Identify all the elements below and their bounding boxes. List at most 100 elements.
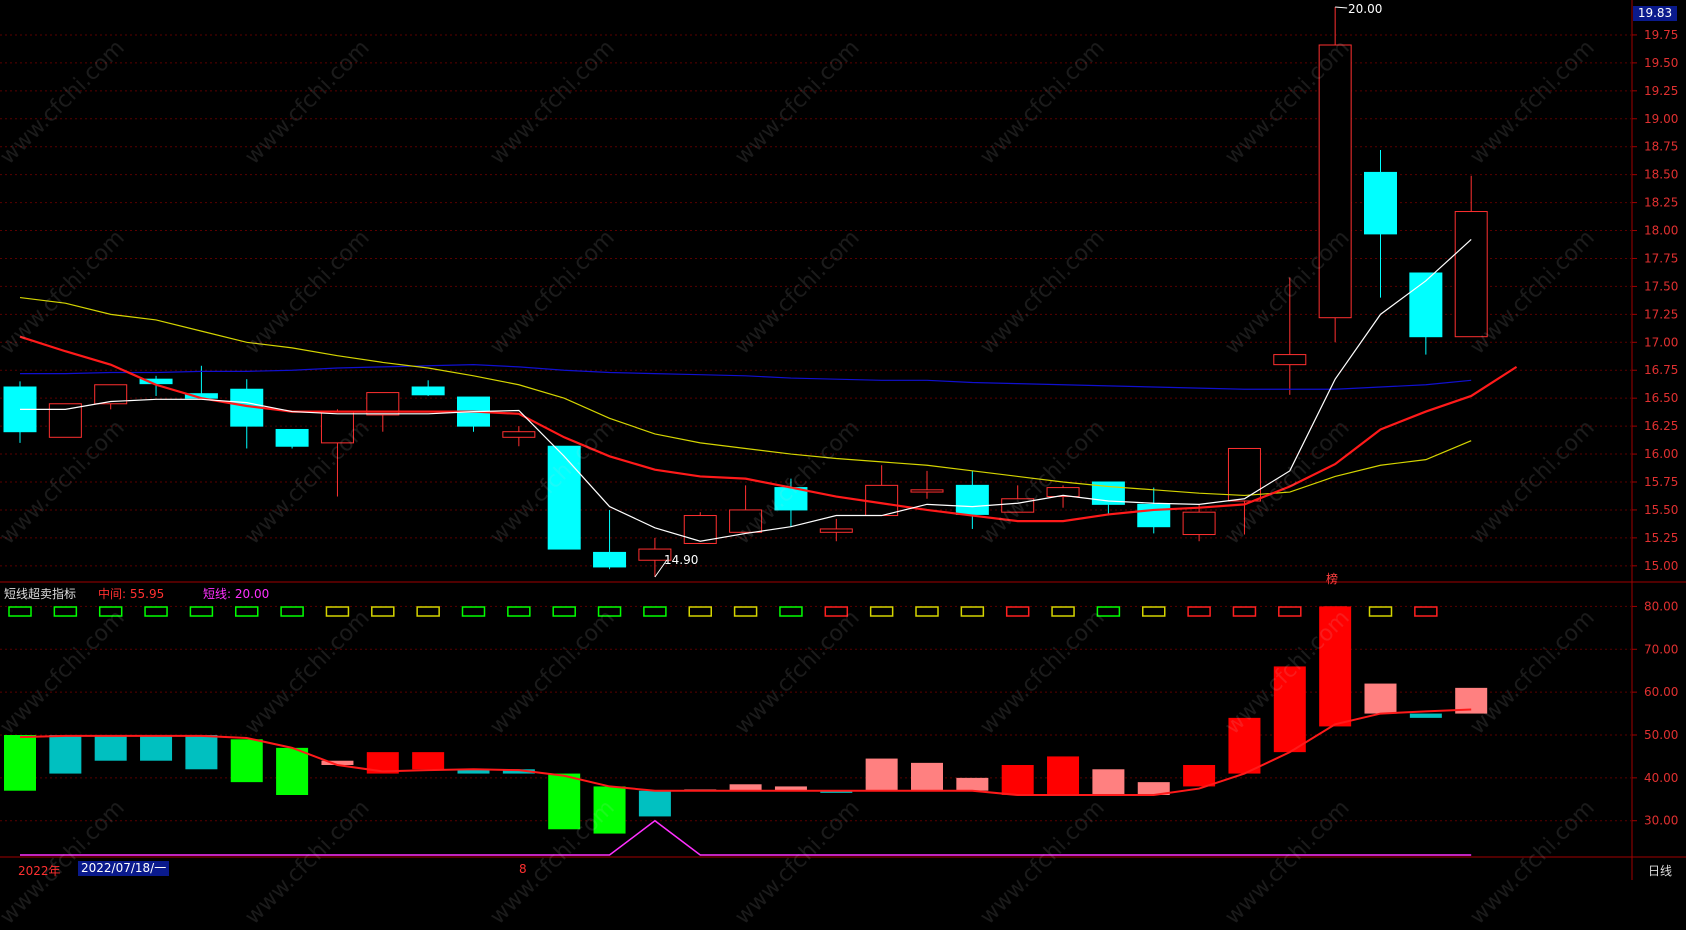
indicator-short-value: 短线: 20.00 <box>203 587 270 601</box>
signal-box <box>1368 606 1393 617</box>
indicator-bar <box>1273 666 1306 753</box>
price-tick-label: 17.75 <box>1644 251 1678 265</box>
indicator-tick-label: 40.00 <box>1644 771 1678 785</box>
signal-box <box>779 606 803 617</box>
indicator-mid-value: 中间: 55.95 <box>98 587 165 601</box>
price-tick-label: 17.50 <box>1644 279 1678 293</box>
price-tick-label: 18.00 <box>1644 224 1678 238</box>
price-tick-label: 19.50 <box>1644 56 1678 70</box>
signal-box <box>1096 606 1121 617</box>
signal-box <box>280 606 304 617</box>
high-price-annotation: 20.00 <box>1348 2 1383 16</box>
signal-box <box>552 606 576 617</box>
indicator-bar <box>185 735 218 770</box>
signal-box <box>144 606 168 617</box>
price-tick-label: 15.00 <box>1644 559 1678 573</box>
indicator-bar <box>593 786 626 834</box>
signal-box <box>507 606 531 617</box>
signal-box <box>8 606 32 617</box>
indicator-bar <box>911 762 943 791</box>
indicator-bar <box>865 758 898 791</box>
price-tick-label: 16.25 <box>1644 419 1678 433</box>
indicator-bar <box>140 735 173 761</box>
candle-down <box>593 551 627 568</box>
indicator-tick-label: 70.00 <box>1644 642 1678 656</box>
candle-down <box>1364 171 1397 235</box>
signal-box <box>461 606 486 617</box>
candle-up <box>729 509 763 533</box>
signal-box <box>189 606 214 617</box>
indicator-tick-label: 30.00 <box>1644 814 1678 828</box>
price-tick-label: 15.25 <box>1644 531 1678 545</box>
signal-box <box>960 606 985 617</box>
signal-box <box>1051 606 1075 617</box>
indicator-short-line <box>20 819 1472 856</box>
signal-box <box>325 606 350 617</box>
indicator-bar <box>1183 765 1216 787</box>
signal-box <box>869 606 894 617</box>
signal-box <box>643 606 667 617</box>
signal-box <box>1187 606 1211 617</box>
candle-down <box>275 428 309 447</box>
candle-up <box>1273 354 1307 366</box>
price-tick-label: 15.75 <box>1644 475 1678 489</box>
indicator-bar <box>638 790 671 817</box>
low-price-annotation: 14.90 <box>664 553 699 567</box>
signal-box <box>235 606 259 617</box>
indicator-bar <box>94 735 127 761</box>
candle-up <box>320 411 354 444</box>
indicator-tick-label: 50.00 <box>1644 728 1678 742</box>
candle-down <box>774 487 808 511</box>
signal-box <box>597 606 622 617</box>
indicator-bar <box>1364 683 1397 714</box>
dragon-tiger-flag[interactable]: 榜 <box>1326 570 1338 587</box>
candle-down <box>1409 272 1443 338</box>
cursor-date-label: 2022/07/18/一 <box>78 861 170 876</box>
price-tick-label: 17.00 <box>1644 335 1678 349</box>
signal-box <box>416 606 440 617</box>
indicator-title[interactable]: 短线超卖指标 <box>4 585 76 602</box>
candle-up <box>910 489 944 493</box>
indicator-tick-label: 80.00 <box>1644 599 1678 613</box>
candle-up <box>1454 211 1488 338</box>
signal-box <box>1278 606 1302 617</box>
price-tick-label: 19.25 <box>1644 84 1678 98</box>
indicator-bar <box>230 739 263 783</box>
period-label[interactable]: 日线 <box>1648 862 1672 879</box>
signal-box <box>1232 606 1257 617</box>
indicator-bar <box>4 735 36 791</box>
indicator-bar <box>956 777 989 791</box>
signal-box <box>53 606 78 617</box>
indicator-bar <box>1092 769 1125 795</box>
indicator-bar <box>49 735 82 774</box>
candle-up <box>502 431 536 438</box>
price-tick-label: 15.50 <box>1644 503 1678 517</box>
chart-canvas[interactable]: 15.00 15.25 15.50 15.75 16.00 16.25 16.50 16.75… <box>0 0 1686 880</box>
signal-box <box>1142 606 1166 617</box>
candle-up <box>1227 447 1261 502</box>
price-tick-label: 17.25 <box>1644 307 1678 321</box>
indicator-bar <box>1319 606 1352 727</box>
candle-up <box>865 484 899 517</box>
signal-box <box>371 606 395 617</box>
signal-box <box>1005 606 1030 617</box>
current-price-badge: 19.83 <box>1633 6 1677 21</box>
indicator-bar <box>1047 756 1080 795</box>
price-tick-label: 19.75 <box>1644 28 1678 42</box>
signal-box <box>98 606 123 617</box>
signal-box <box>733 606 758 617</box>
signal-box <box>688 606 712 617</box>
candle-down <box>411 386 445 396</box>
indicator-bar <box>412 752 445 770</box>
signal-box <box>824 606 849 617</box>
indicator-bar <box>1228 717 1261 774</box>
price-tick-label: 18.75 <box>1644 140 1678 154</box>
indicator-bar <box>548 773 581 830</box>
indicator-bar <box>1409 713 1442 718</box>
price-tick-label: 16.00 <box>1644 447 1678 461</box>
price-tick-label: 16.50 <box>1644 391 1678 405</box>
price-tick-label: 16.75 <box>1644 363 1678 377</box>
candle-up <box>1318 44 1352 319</box>
price-tick-label: 19.00 <box>1644 112 1678 126</box>
candle-up <box>819 528 853 533</box>
